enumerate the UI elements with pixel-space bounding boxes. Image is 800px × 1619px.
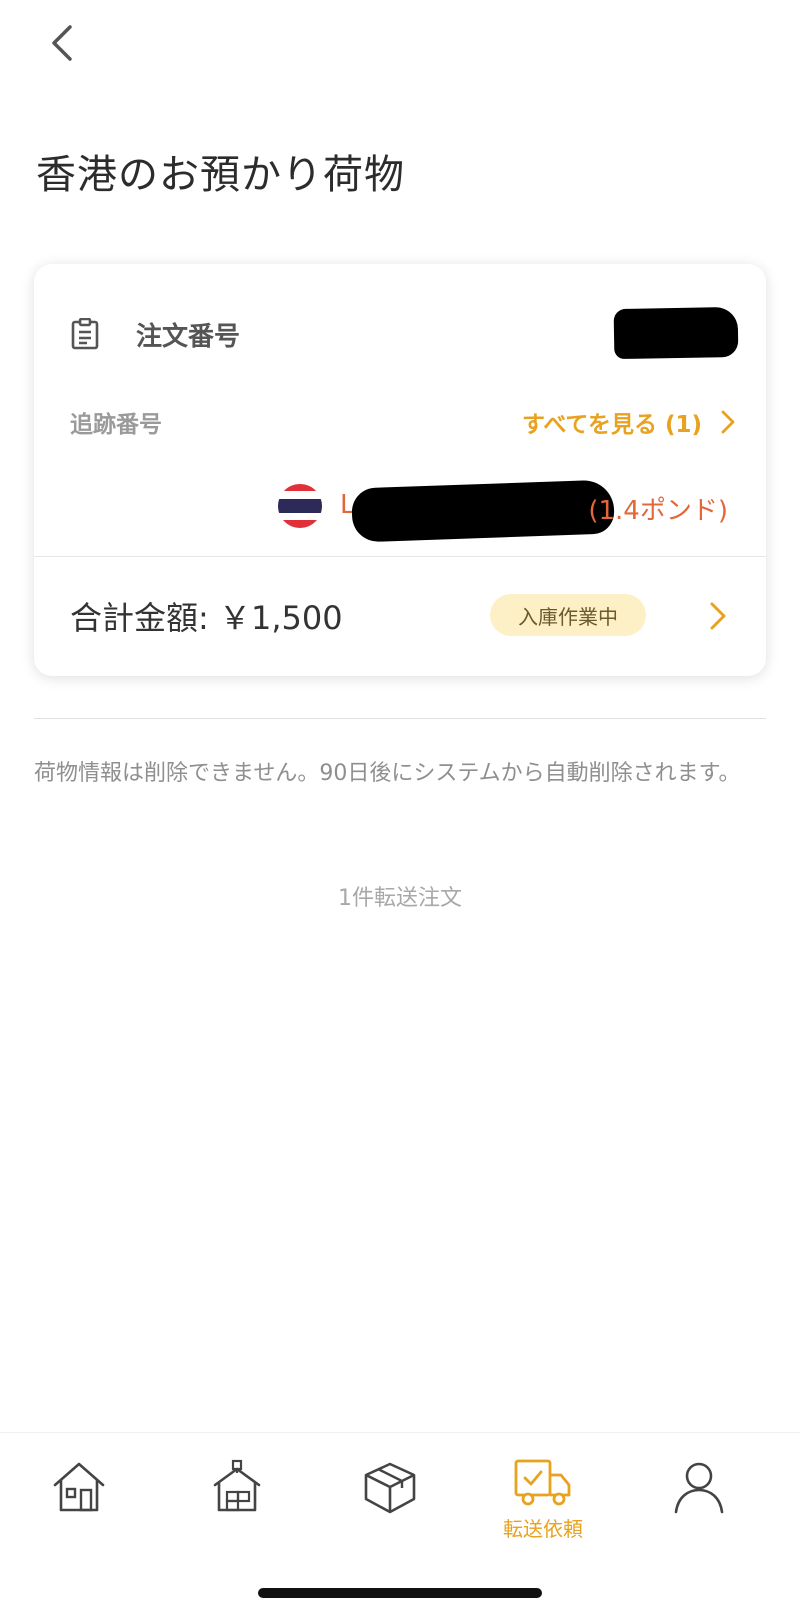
chevron-left-icon <box>52 25 72 61</box>
tab-forwarding-request-label: 転送依頼 <box>503 1517 583 1541</box>
chevron-right-icon <box>721 410 735 434</box>
redaction-order-number <box>613 306 739 360</box>
deletion-notice: 荷物情報は削除できません。90日後にシステムから自動削除されます。 <box>34 761 741 786</box>
tab-account[interactable] <box>644 1459 754 1559</box>
clipboard-icon <box>71 318 99 350</box>
tracking-row: 追跡番号 すべてを見る (1) <box>70 402 736 442</box>
see-all-link[interactable]: すべてを見る (1) <box>522 405 736 439</box>
back-button[interactable] <box>34 16 88 70</box>
order-count: 1件転送注文 <box>338 886 462 911</box>
section-divider <box>34 718 766 719</box>
box-icon <box>364 1462 416 1514</box>
tracking-number-label: 追跡番号 <box>70 412 162 438</box>
thailand-flag-icon <box>278 484 322 528</box>
tab-forwarding-request[interactable]: 転送依頼 <box>488 1459 598 1559</box>
home-indicator[interactable] <box>258 1588 542 1598</box>
delivery-truck-icon <box>514 1459 571 1506</box>
warehouse-icon <box>213 1459 261 1512</box>
see-all-label: すべてを見る (1) <box>521 412 702 438</box>
total-row[interactable]: 合計金額: ￥1,500 入庫作業中 <box>70 556 736 676</box>
tab-warehouse[interactable] <box>182 1459 292 1559</box>
package-card[interactable]: 注文番号 追跡番号 すべてを見る (1) L (1.4ポンド) 合計金額: ￥1… <box>34 264 766 676</box>
package-weight: (1.4ポンド) <box>588 496 728 526</box>
user-icon <box>674 1462 724 1514</box>
tab-home[interactable] <box>24 1459 134 1559</box>
details-button[interactable] <box>700 598 736 634</box>
chevron-right-icon <box>710 602 726 630</box>
page: 香港のお預かり荷物 注文番号 追跡番号 すべてを見る (1) L (1.4ポンド… <box>0 0 800 1619</box>
total-amount: 合計金額: ￥1,500 <box>70 599 343 637</box>
order-number-label: 注文番号 <box>136 321 241 352</box>
home-icon <box>53 1462 105 1512</box>
status-badge: 入庫作業中 <box>490 594 646 636</box>
page-title: 香港のお預かり荷物 <box>36 152 405 198</box>
redaction-tracking-number <box>351 479 615 543</box>
package-row: L (1.4ポンド) <box>34 474 736 543</box>
tab-packages[interactable] <box>335 1459 445 1559</box>
